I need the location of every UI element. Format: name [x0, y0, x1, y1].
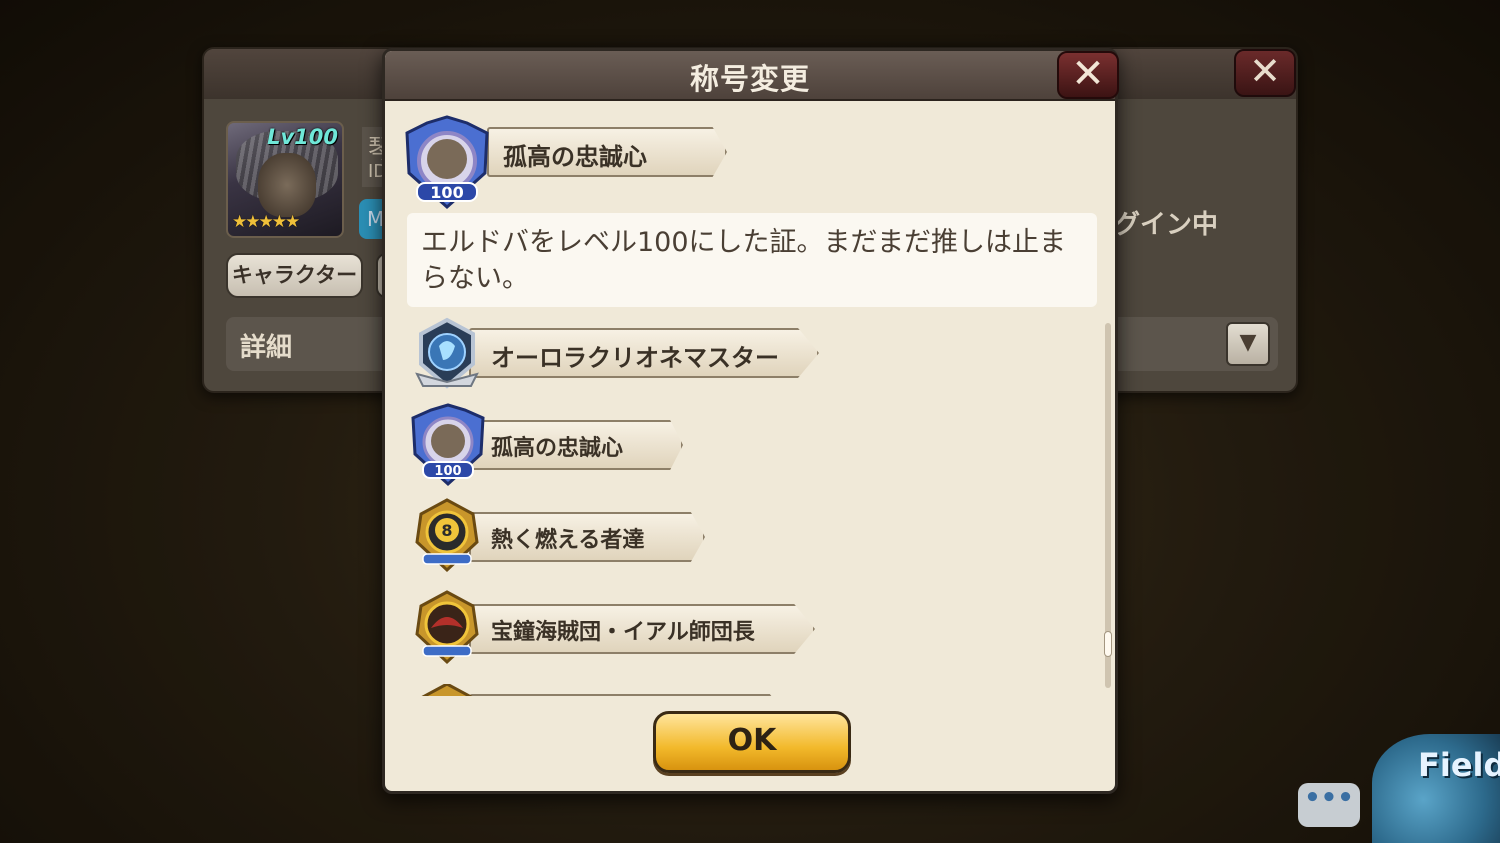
ok-button[interactable]: OK [653, 711, 851, 773]
title-label: オーロラクリオネマスター [491, 344, 779, 372]
title-change-modal: 称号変更 ✕ 孤高の忠誠心 100 エルドバをレベル100にした証。まだまだ推し… [382, 48, 1119, 794]
title-banner: 熱く燃える者達 [469, 512, 705, 562]
selected-emblem-number: 100 [430, 183, 463, 202]
title-list-item[interactable]: 宝鐘海賊団・イアル師団長 [407, 590, 817, 665]
title-banner [469, 694, 789, 696]
gold-8-emblem-icon: 8 [415, 498, 479, 573]
title-label: 宝鐘海賊団・イアル師団長 [491, 620, 755, 645]
avatar-stars: ★★★★★ [232, 212, 300, 232]
scrollbar-thumb[interactable] [1104, 631, 1112, 657]
selected-title: 孤高の忠誠心 100 [397, 115, 727, 210]
emblem-number: 100 [434, 464, 461, 479]
field-button[interactable]: Field [1372, 734, 1500, 843]
avatar[interactable]: Lv100 ★★★★★ [226, 121, 344, 238]
title-banner: オーロラクリオネマスター [469, 328, 819, 378]
title-list-item[interactable]: 孤高の忠誠心 100 [405, 403, 685, 487]
title-label: 熱く燃える者達 [491, 528, 645, 553]
avatar-face [258, 153, 316, 217]
field-label: Field [1418, 746, 1500, 784]
pirate-hat-emblem-icon [415, 590, 479, 665]
emblem-number: 8 [441, 521, 452, 540]
modal-header: 称号変更 [385, 51, 1115, 101]
partial-emblem-icon [421, 684, 473, 696]
eldoba-emblem-icon: 100 [405, 115, 489, 210]
modal-title: 称号変更 [689, 62, 810, 96]
title-list-item-partial[interactable] [407, 684, 797, 696]
selected-title-label: 孤高の忠誠心 [503, 143, 647, 171]
selected-title-banner: 孤高の忠誠心 [487, 127, 727, 177]
title-list: オーロラクリオネマスター 孤高の忠誠心 100 熱く燃える者達 8 宝鐘海賊団・… [403, 316, 1103, 696]
title-banner: 宝鐘海賊団・イアル師団長 [469, 604, 815, 654]
title-label: 孤高の忠誠心 [491, 436, 624, 461]
title-description: エルドバをレベル100にした証。まだまだ推しは止まらない。 [407, 213, 1097, 307]
eldoba-emblem-icon: 100 [411, 403, 485, 487]
chevron-down-icon[interactable]: ▼ [1226, 322, 1270, 366]
title-list-item[interactable]: 熱く燃える者達 8 [407, 498, 707, 573]
character-button[interactable]: キャラクター [226, 253, 363, 298]
scrollbar-track[interactable] [1104, 323, 1112, 688]
detail-label: 詳細 [240, 333, 293, 363]
avatar-level: Lv100 [267, 125, 338, 149]
login-status: グイン中 [1114, 210, 1219, 240]
title-list-item[interactable]: オーロラクリオネマスター [409, 316, 819, 389]
chat-icon[interactable]: ••• [1298, 783, 1360, 827]
title-banner: 孤高の忠誠心 [469, 420, 683, 470]
clione-emblem-icon [415, 317, 479, 389]
close-icon[interactable]: ✕ [1057, 51, 1119, 99]
profile-close-button[interactable]: ✕ [1234, 49, 1296, 97]
